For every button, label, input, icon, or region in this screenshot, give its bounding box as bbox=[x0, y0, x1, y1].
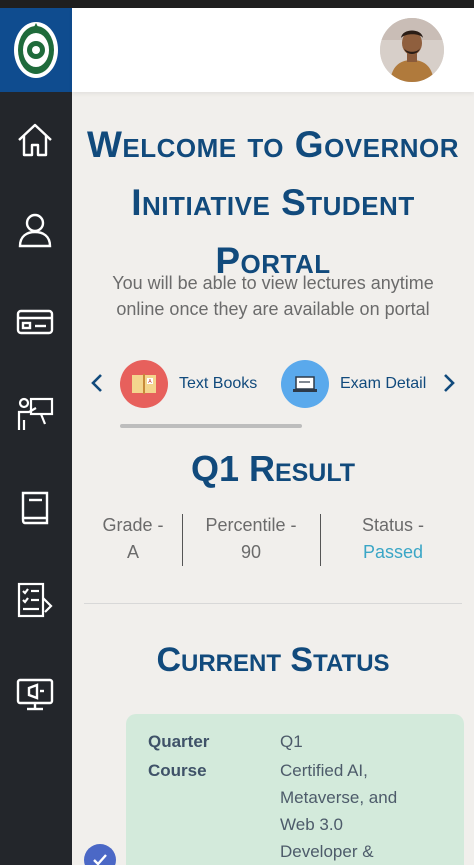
book-icon[interactable] bbox=[11, 484, 59, 532]
current-status-card: Quarter Q1 Course Certified AI, Metavers… bbox=[126, 714, 464, 865]
welcome-title-line-1: Welcome to Governor bbox=[86, 124, 460, 165]
user-avatar[interactable] bbox=[380, 18, 444, 82]
section-divider bbox=[84, 603, 462, 604]
text-books-icon: A bbox=[120, 360, 168, 408]
presentation-icon[interactable] bbox=[11, 670, 59, 718]
course-label: Course bbox=[148, 761, 207, 780]
svg-text:A: A bbox=[148, 379, 152, 385]
course-value: Certified AI, Metaverse, and Web 3.0 Dev… bbox=[280, 757, 440, 865]
quarter-label: Quarter bbox=[148, 732, 210, 751]
teacher-board-icon[interactable] bbox=[11, 390, 59, 438]
current-status-title: Current Status bbox=[156, 641, 390, 679]
grade-stat: Grade - A bbox=[84, 512, 182, 566]
carousel-next-button[interactable] bbox=[438, 370, 460, 396]
percentile-value: 90 bbox=[240, 542, 262, 562]
check-icon bbox=[93, 854, 107, 865]
welcome-title: Welcome to Governor Initiative Student P… bbox=[82, 116, 464, 290]
percentile-label: Percentile - bbox=[205, 515, 297, 535]
exam-detail-icon bbox=[281, 360, 329, 408]
text-books-label: Text Books bbox=[179, 375, 258, 392]
main-content: Welcome to Governor Initiative Student P… bbox=[72, 92, 474, 865]
result-stats: Grade - A Percentile - 90 Status - Passe… bbox=[84, 512, 466, 568]
governor-logo[interactable] bbox=[0, 8, 72, 92]
top-status-strip bbox=[0, 0, 474, 8]
exam-detail-link[interactable]: Exam Detail bbox=[281, 360, 426, 408]
status-value: Passed bbox=[362, 542, 424, 562]
course-value-line: Metaverse, and bbox=[280, 788, 398, 807]
quick-links-carousel: A Text Books Exam Detail bbox=[72, 354, 474, 414]
grade-label: Grade - bbox=[102, 515, 164, 535]
course-value-line: Certified AI, bbox=[280, 761, 368, 780]
completed-check-badge bbox=[84, 844, 116, 865]
result-title: Q1 Result bbox=[190, 448, 356, 489]
carousel-prev-button[interactable] bbox=[86, 370, 108, 396]
welcome-title-line-2: Initiative Student bbox=[131, 182, 415, 223]
course-value-line: Web 3.0 bbox=[280, 815, 344, 834]
percentile-stat: Percentile - 90 bbox=[182, 512, 320, 566]
card-icon[interactable] bbox=[11, 298, 59, 346]
grade-value: A bbox=[126, 542, 139, 562]
carousel-scroll-indicator bbox=[120, 424, 302, 428]
emblem-icon bbox=[14, 22, 58, 78]
welcome-description: You will be able to view lectures anytim… bbox=[112, 273, 434, 319]
top-header bbox=[72, 8, 474, 92]
chevron-right-icon bbox=[444, 374, 455, 392]
quarter-value: Q1 bbox=[280, 732, 303, 751]
course-value-line: Developer & bbox=[280, 842, 374, 861]
status-label: Status - bbox=[361, 515, 425, 535]
exam-detail-label: Exam Detail bbox=[340, 375, 427, 392]
status-stat: Status - Passed bbox=[320, 512, 466, 566]
sidebar bbox=[0, 8, 72, 865]
assignment-icon[interactable] bbox=[11, 576, 59, 624]
text-books-link[interactable]: A Text Books bbox=[120, 360, 257, 408]
user-icon[interactable] bbox=[11, 206, 59, 254]
home-icon[interactable] bbox=[11, 116, 59, 164]
chevron-left-icon bbox=[91, 374, 102, 392]
